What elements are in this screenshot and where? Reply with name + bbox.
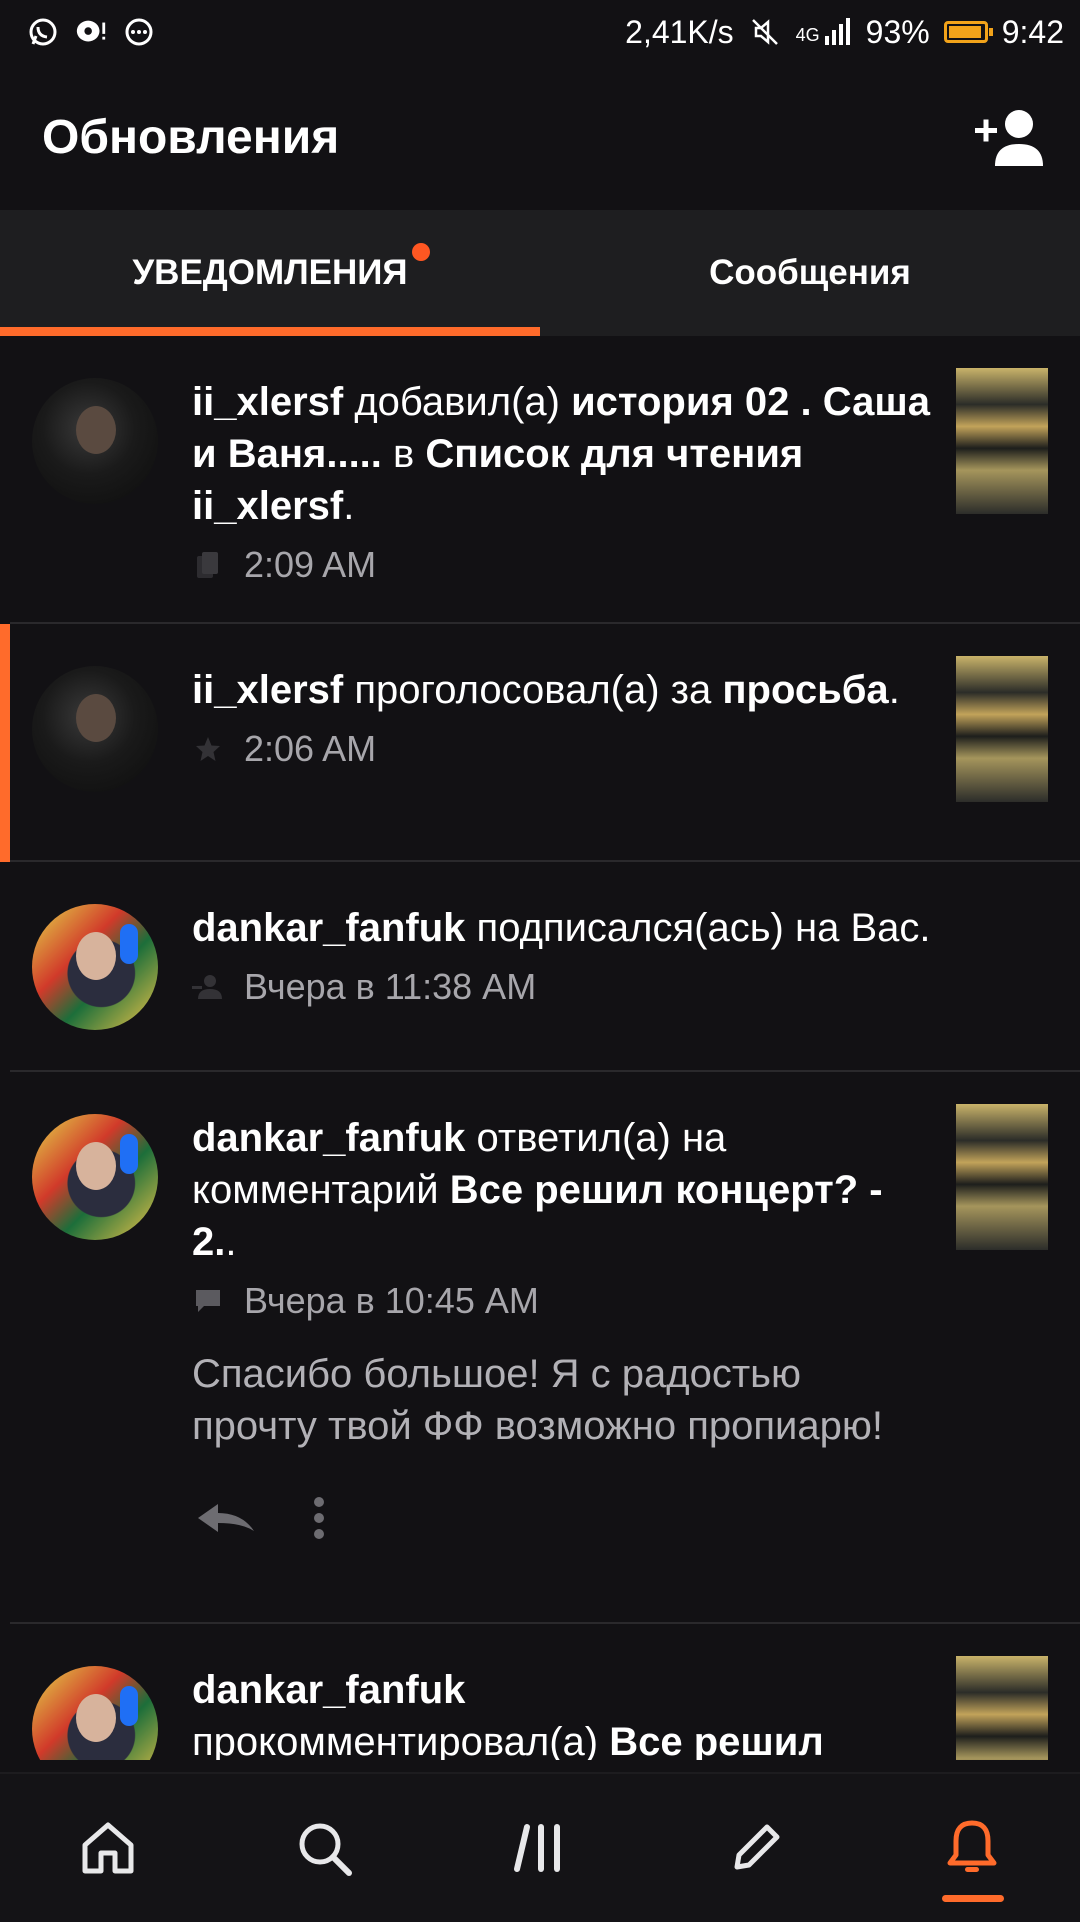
network-speed: 2,41K/s — [625, 13, 734, 50]
notification-text-part: проголосовал(а) за — [343, 668, 723, 712]
mute-icon — [748, 15, 782, 49]
add-user-icon — [975, 110, 1043, 166]
more-vertical-icon — [314, 1496, 324, 1539]
notification-item[interactable]: dankar_fanfuk ответил(а) на комментарий … — [0, 1072, 1080, 1624]
username[interactable]: dankar_fanfuk — [192, 1668, 465, 1712]
username[interactable]: dankar_fanfuk — [192, 1116, 465, 1160]
home-icon — [82, 1822, 134, 1874]
nav-write[interactable] — [696, 1788, 816, 1908]
notification-text-part: . — [888, 668, 900, 712]
network-type: 4G — [795, 25, 820, 45]
bell-icon — [947, 1820, 997, 1872]
username[interactable]: ii_xlersf — [192, 380, 343, 424]
notification-text-part: . — [225, 1220, 237, 1264]
story-cover-thumbnail[interactable] — [956, 368, 1048, 514]
search-icon — [299, 1823, 352, 1876]
notification-item[interactable]: ii_xlersf добавил(а) история 02 . Саша и… — [0, 336, 1080, 624]
battery-icon — [943, 21, 993, 43]
comment-actions — [196, 1492, 1080, 1548]
reply-icon — [198, 1503, 254, 1532]
timestamp: Вчера в 10:45 AM — [244, 1280, 539, 1321]
notification-text-part: добавил(а) — [343, 380, 572, 424]
notification-text-part: в — [381, 432, 426, 476]
notification-text: dankar_fanfuk прокомментировал(а) Все ре… — [192, 1664, 930, 1760]
tab-notifications-wrap: УВЕДОМЛЕНИЯ — [132, 243, 430, 293]
app-header: Обновления — [0, 64, 1080, 210]
tab-bar: УВЕДОМЛЕНИЯ Сообщения — [0, 210, 1080, 336]
status-bar: 2,41K/s 4G 93% 9:42 — [0, 0, 1080, 64]
story-cover-thumbnail[interactable] — [956, 656, 1048, 802]
notification-meta: Вчера в 11:38 AM — [192, 966, 1080, 1008]
timestamp: Вчера в 11:38 AM — [244, 966, 537, 1007]
timestamp: 2:06 AM — [244, 728, 377, 769]
bottom-navigation — [0, 1772, 1080, 1922]
nav-home[interactable] — [48, 1788, 168, 1908]
timestamp: 2:09 AM — [244, 544, 377, 585]
notification-text: dankar_fanfuk подписался(ась) на Вас. — [192, 902, 1060, 954]
avatar[interactable] — [32, 378, 158, 504]
notification-text: dankar_fanfuk ответил(а) на комментарий … — [192, 1112, 930, 1268]
nav-search[interactable] — [264, 1788, 384, 1908]
battery-percent: 93% — [865, 13, 930, 50]
notification-item[interactable]: ii_xlersf проголосовал(а) за просьба. 2:… — [0, 624, 1080, 862]
reply-text: Спасибо большое! Я с радостью прочту тво… — [192, 1352, 883, 1448]
avatar[interactable] — [32, 666, 158, 792]
username[interactable]: ii_xlersf — [192, 668, 343, 712]
tab-notifications-label: УВЕДОМЛЕНИЯ — [132, 253, 408, 292]
notification-text: ii_xlersf добавил(а) история 02 . Саша и… — [192, 376, 930, 532]
notification-meta: Вчера в 10:45 AM — [192, 1280, 1080, 1322]
add-user-button[interactable] — [970, 97, 1050, 177]
nav-library[interactable] — [480, 1788, 600, 1908]
notification-item[interactable]: dankar_fanfuk подписался(ась) на Вас. Вч… — [0, 862, 1080, 1072]
chat-notification-icon — [74, 15, 108, 49]
avatar[interactable] — [32, 904, 158, 1030]
notification-text: ii_xlersf проголосовал(а) за просьба. — [192, 664, 930, 716]
notification-text-part: прокомментировал(а) — [192, 1720, 610, 1760]
avatar[interactable] — [32, 1114, 158, 1240]
story-cover-thumbnail[interactable] — [956, 1104, 1048, 1250]
more-notifications-icon — [122, 15, 156, 49]
follow-icon — [192, 971, 224, 1003]
notification-meta: 2:09 AM — [192, 544, 1080, 586]
pencil-icon — [734, 1824, 780, 1870]
clock: 9:42 — [1001, 13, 1064, 50]
battery-fill — [948, 26, 981, 38]
nav-notifications[interactable] — [912, 1788, 1032, 1908]
tab-messages-label: Сообщения — [709, 253, 911, 292]
tab-messages[interactable]: Сообщения — [540, 210, 1080, 336]
story-cover-thumbnail[interactable] — [956, 1656, 1048, 1760]
story-title[interactable]: Все решил — [609, 1720, 824, 1760]
avatar[interactable] — [32, 1666, 158, 1760]
status-left-icons — [26, 15, 156, 49]
notification-text-part: подписался(ась) на Вас. — [465, 906, 931, 950]
unread-dot — [411, 243, 430, 261]
username[interactable]: dankar_fanfuk — [192, 906, 465, 950]
notifications-feed[interactable]: ii_xlersf добавил(а) история 02 . Саша и… — [0, 336, 1080, 1760]
page-title: Обновления — [42, 110, 340, 164]
signal-icon: 4G — [796, 18, 852, 46]
tab-notifications[interactable]: УВЕДОМЛЕНИЯ — [0, 210, 540, 336]
notification-meta: 2:06 AM — [192, 728, 1080, 770]
reading-list-icon — [192, 549, 224, 581]
notification-text-part: . — [343, 484, 355, 528]
library-icon — [514, 1824, 560, 1872]
reply-button[interactable] — [196, 1500, 258, 1541]
status-right-info: 2,41K/s 4G 93% 9:42 — [625, 14, 1064, 51]
story-title[interactable]: просьба — [722, 668, 888, 712]
whatsapp-icon — [26, 15, 60, 49]
comment-icon — [192, 1285, 224, 1317]
notification-item[interactable]: dankar_fanfuk прокомментировал(а) Все ре… — [0, 1624, 1080, 1760]
more-options-button[interactable] — [312, 1495, 326, 1546]
star-icon — [192, 733, 224, 765]
